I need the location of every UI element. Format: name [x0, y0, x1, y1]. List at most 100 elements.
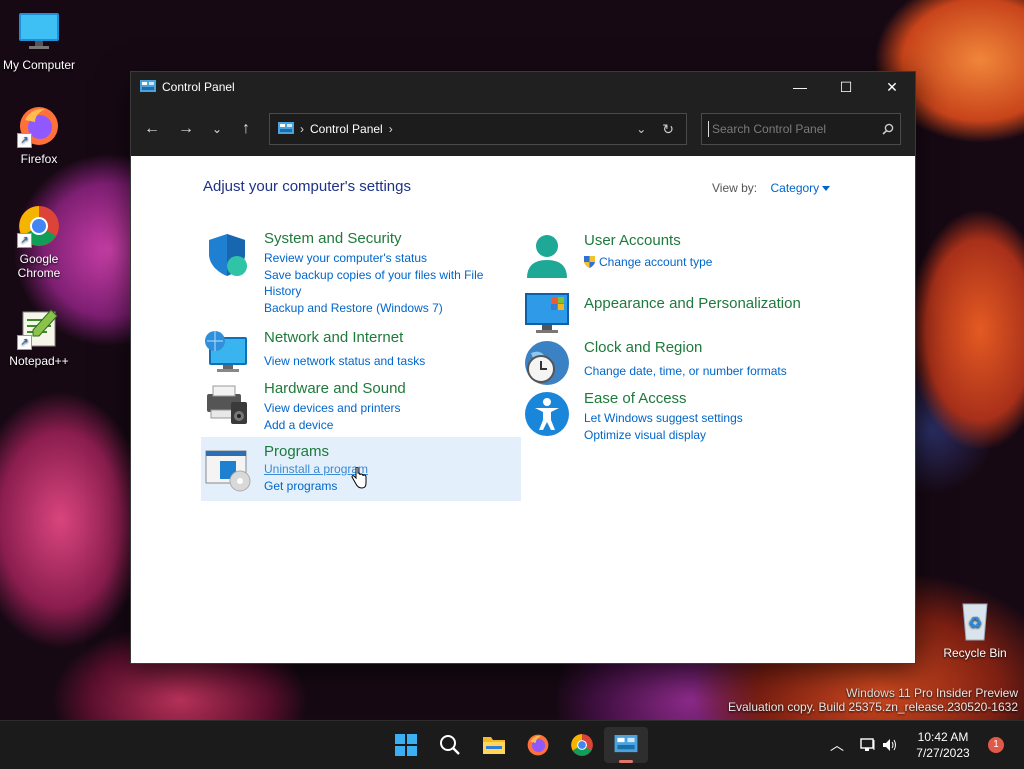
search-icon[interactable]	[882, 123, 894, 135]
up-button[interactable]: ↑	[231, 114, 261, 144]
link-devices-printers[interactable]: View devices and printers	[264, 400, 494, 416]
clock-globe-icon	[525, 341, 569, 385]
category-system-and-security: System and Security Review your computer…	[203, 230, 503, 325]
desktop-icon-firefox[interactable]: ↗ Firefox	[1, 104, 77, 166]
close-button[interactable]: ✕	[869, 72, 915, 102]
category-title[interactable]: User Accounts	[584, 232, 681, 249]
chevron-right-icon[interactable]: ›	[389, 122, 393, 136]
link-text: Change account type	[599, 255, 713, 269]
link-file-history[interactable]: Save backup copies of your files with Fi…	[264, 267, 494, 299]
chevron-right-icon: ›	[300, 122, 304, 136]
maximize-button[interactable]: ☐	[823, 72, 869, 102]
arrow-up-icon: ↑	[242, 120, 250, 137]
view-by: View by: Category	[712, 181, 831, 195]
category-programs[interactable]: Programs Uninstall a program Get program…	[201, 437, 521, 501]
category-title[interactable]: Clock and Region	[584, 339, 702, 356]
maximize-icon: ☐	[839, 78, 853, 95]
uac-shield-icon	[584, 256, 595, 268]
title-bar[interactable]: Control Panel — ☐ ✕	[131, 72, 915, 102]
chrome-icon: ↗	[17, 204, 61, 248]
desktop-icon-label: My Computer	[2, 58, 76, 72]
desktop-icon-chrome[interactable]: ↗ Google Chrome	[1, 204, 77, 280]
svg-text:♻: ♻	[968, 613, 982, 632]
desktop-icon-label: Google Chrome	[17, 252, 61, 280]
network-icon[interactable]	[860, 738, 876, 752]
file-explorer-button[interactable]	[472, 727, 516, 763]
link-backup-restore[interactable]: Backup and Restore (Windows 7)	[264, 300, 494, 316]
caret-down-icon[interactable]	[822, 186, 831, 192]
link-optimize-display[interactable]: Optimize visual display	[584, 427, 814, 443]
search-input[interactable]	[708, 121, 874, 137]
taskbar: ︿ 10:42 AM 7/27/2023 1	[0, 720, 1024, 769]
category-title[interactable]: System and Security	[264, 230, 402, 247]
firefox-icon	[527, 734, 549, 756]
clock-time: 10:42 AM	[917, 730, 969, 744]
refresh-icon[interactable]: ↻	[662, 121, 674, 138]
desktop-icon-recycle-bin[interactable]: ♻ Recycle Bin	[937, 598, 1013, 660]
address-dropdown-icon[interactable]: ⌄	[636, 122, 646, 136]
forward-button[interactable]: →	[169, 114, 203, 144]
accessibility-icon	[525, 392, 569, 436]
category-title[interactable]: Appearance and Personalization	[584, 295, 801, 312]
clock-date: 7/27/2023	[916, 746, 970, 760]
control-panel-icon	[278, 122, 294, 134]
link-add-device[interactable]: Add a device	[264, 417, 494, 433]
chrome-icon	[571, 734, 593, 756]
firefox-icon: ↗	[17, 104, 61, 148]
view-by-dropdown[interactable]: Category	[770, 181, 819, 195]
page-title: Adjust your computer's settings	[203, 178, 411, 195]
category-title[interactable]: Programs	[264, 443, 329, 460]
system-tray: ︿ 10:42 AM 7/27/2023 1	[830, 721, 1024, 769]
recycle-bin-icon: ♻	[953, 598, 997, 642]
category-ease-of-access: Ease of Access Let Windows suggest setti…	[523, 390, 823, 444]
start-button[interactable]	[384, 727, 428, 763]
search-icon	[440, 735, 460, 755]
chevron-down-icon: ⌄	[211, 122, 223, 136]
arrow-left-icon: ←	[144, 120, 160, 137]
desktop-icon-label: Notepad++	[9, 354, 69, 368]
minimize-button[interactable]: —	[777, 72, 823, 102]
address-bar[interactable]: › Control Panel › ⌄ ↻	[269, 113, 687, 145]
category-title[interactable]: Hardware and Sound	[264, 380, 406, 397]
os-watermark: Windows 11 Pro Insider Preview Evaluatio…	[728, 686, 1018, 714]
volume-icon[interactable]	[882, 738, 898, 752]
category-title[interactable]: Ease of Access	[584, 390, 687, 407]
desktop-icon-notepad-plus-plus[interactable]: ↗ Notepad++	[1, 306, 77, 368]
link-suggest-settings[interactable]: Let Windows suggest settings	[584, 410, 814, 426]
link-date-time-formats[interactable]: Change date, time, or number formats	[584, 363, 814, 379]
control-panel-taskbar-button[interactable]	[604, 727, 648, 763]
breadcrumb-control-panel[interactable]: Control Panel	[310, 122, 383, 136]
minimize-icon: —	[793, 79, 807, 95]
recent-locations-button[interactable]: ⌄	[203, 114, 231, 144]
desktop-icon-my-computer[interactable]: My Computer	[1, 10, 77, 72]
control-panel-icon	[140, 80, 156, 92]
show-hidden-icons-chevron-up-icon[interactable]: ︿	[830, 735, 844, 755]
notification-badge[interactable]: 1	[988, 737, 1004, 753]
link-network-status[interactable]: View network status and tasks	[264, 353, 494, 369]
programs-icon	[205, 450, 251, 492]
firefox-taskbar-button[interactable]	[516, 727, 560, 763]
category-appearance-and-personalization: Appearance and Personalization	[523, 289, 823, 333]
taskbar-search-button[interactable]	[428, 727, 472, 763]
link-get-programs[interactable]: Get programs	[264, 478, 494, 494]
link-uninstall-program[interactable]: Uninstall a program	[264, 461, 494, 477]
link-change-account-type[interactable]: Change account type	[584, 254, 814, 270]
search-box[interactable]	[701, 113, 901, 145]
category-title[interactable]: Network and Internet	[264, 329, 403, 346]
chrome-taskbar-button[interactable]	[560, 727, 604, 763]
monitor-icon	[17, 10, 61, 54]
folder-icon	[483, 737, 505, 754]
desktop-icon-label: Recycle Bin	[943, 646, 1007, 660]
notepad-plus-plus-icon: ↗	[17, 306, 61, 350]
link-review-status[interactable]: Review your computer's status	[264, 250, 494, 266]
windows-logo-icon	[395, 734, 417, 756]
close-icon: ✕	[886, 78, 898, 95]
shortcut-arrow-icon: ↗	[17, 133, 32, 148]
category-hardware-and-sound: Hardware and Sound View devices and prin…	[203, 380, 503, 442]
control-panel-window: Control Panel — ☐ ✕ ← → ⌄ ↑ › Control Pa…	[130, 71, 916, 664]
navigation-bar: ← → ⌄ ↑ › Control Panel › ⌄ ↻	[131, 102, 915, 156]
hand-cursor-icon	[351, 467, 367, 489]
shortcut-arrow-icon: ↗	[17, 233, 32, 248]
clock[interactable]: 10:42 AM 7/27/2023	[908, 729, 978, 761]
back-button[interactable]: ←	[135, 114, 169, 144]
